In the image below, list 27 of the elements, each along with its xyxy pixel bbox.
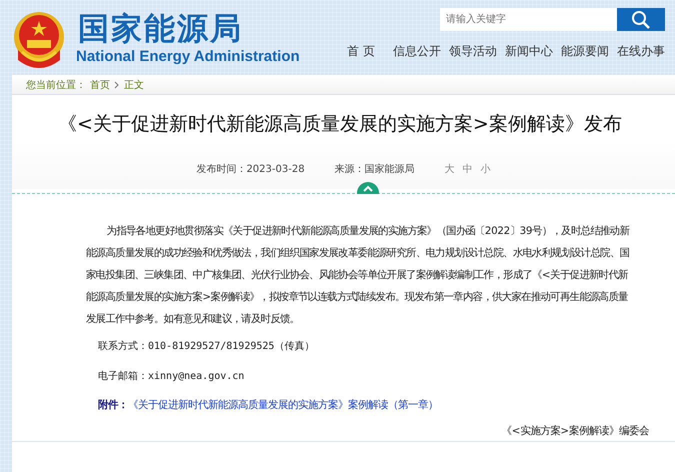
emblem-icon	[12, 10, 66, 68]
site-subtitle: National Energy Administration	[76, 46, 300, 66]
attachment-link[interactable]: 《关于促进新时代新能源高质量发展的实施方案》案例解读（第一章）	[128, 399, 438, 411]
nav-link[interactable]: 能源要闻	[561, 43, 609, 60]
search-icon	[631, 10, 651, 30]
attachment-label: 附件：	[98, 399, 128, 411]
nav-link[interactable]: 领导活动	[449, 43, 497, 60]
nav-link[interactable]: 首 页	[347, 43, 375, 60]
nav-link[interactable]: 在线办事	[617, 43, 665, 60]
search-button[interactable]	[617, 8, 665, 31]
font-size-link[interactable]: 中	[462, 162, 473, 176]
breadcrumb-link[interactable]: 正文	[124, 78, 144, 92]
breadcrumb-label: 您当前位置：	[26, 78, 86, 92]
breadcrumb-link[interactable]: 首页	[90, 78, 110, 92]
site-title: 国家能源局	[78, 10, 244, 46]
nav-link[interactable]: 新闻中心	[505, 43, 553, 60]
search-field[interactable]: 请输入关键字	[440, 8, 617, 31]
article-title: 《<关于促进新时代新能源高质量发展的实施方案>案例解读》发布	[57, 112, 623, 137]
signature: 《<实施方案>案例解读》编委会	[500, 424, 649, 438]
email-info: 电子邮箱：xinny@nea.gov.cn	[98, 370, 246, 384]
contact-info: 联系方式：010-81929527/81929525（传真）	[98, 340, 316, 354]
publish-date: 发布时间：2023-03-28	[196, 162, 305, 176]
nav-link[interactable]: 信息公开	[393, 43, 441, 60]
chevron-icon	[114, 80, 120, 88]
article-source: 来源：国家能源局	[334, 162, 415, 176]
article-paragraph: 为指导各地更好地贯彻落实《关于促进新时代新能源高质量发展的实施方案》（国办函〔2022〕39号），及时总结推动新能源高质量发展的成功经验和优秀做法，我们组织国家发展改革委能源研究所、电力规划设计总院、水电水利规划设计总院、国家电投集团、三峡集团、中广核集团、光伏行业协会、风能协会等单位开展了案例解读编制工作，形成了《<关于促进新时代新能源高质量发展的实施方案>案例解读》，拟按章节以连载方式陆续发布。现发布第一章内容，供大家在推动可再生能源高质量发展工作中参考。如有意见和建议，请及时反馈。	[86, 224, 630, 327]
chevron-up-icon	[363, 184, 373, 192]
